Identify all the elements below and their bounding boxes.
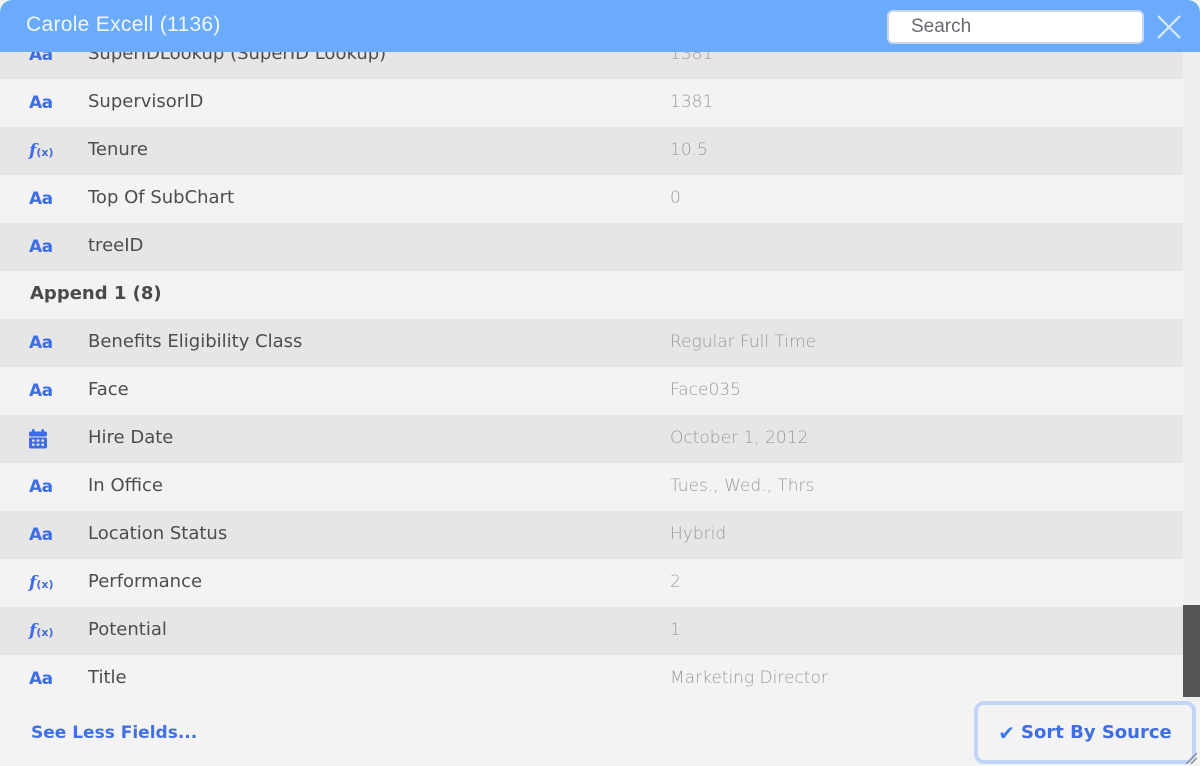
sort-by-source-label: Sort By Source <box>1021 722 1172 743</box>
field-value: 1 <box>670 620 681 640</box>
close-icon <box>1157 15 1181 39</box>
text-icon: Aa <box>29 669 53 689</box>
field-label: treeID <box>88 235 144 256</box>
field-label: Tenure <box>88 139 148 160</box>
field-list[interactable]: Aa SuperIDLookup (SuperID Lookup) 1381 Aa Su… <box>0 31 1183 711</box>
calendar-icon <box>29 428 57 450</box>
text-icon: Aa <box>29 333 53 353</box>
field-label: In Office <box>88 475 163 496</box>
field-label: Potential <box>88 619 167 640</box>
field-row[interactable]: Aa SupervisorID 1381 <box>0 79 1183 127</box>
checkmark-icon: ✔ <box>998 720 1016 745</box>
field-value: 2 <box>670 572 681 592</box>
resize-grip-icon[interactable] <box>1184 750 1198 765</box>
text-icon: Aa <box>29 381 53 401</box>
field-value: October 1, 2012 <box>670 428 809 448</box>
text-icon: Aa <box>29 93 53 113</box>
text-icon: Aa <box>29 237 53 257</box>
field-row[interactable]: Aa Benefits Eligibility Class Regular Full… <box>0 319 1183 367</box>
search-input[interactable] <box>887 10 1144 44</box>
field-label: Title <box>88 667 127 688</box>
close-button[interactable] <box>1154 12 1184 42</box>
field-value: Marketing Director <box>670 668 828 688</box>
field-value: 10.5 <box>670 140 708 160</box>
section-header: Append 1 (8) <box>0 271 1183 319</box>
field-value: 0 <box>670 188 681 208</box>
field-value: Face035 <box>670 380 741 400</box>
field-label: Benefits Eligibility Class <box>88 331 303 352</box>
text-icon: Aa <box>29 525 53 545</box>
field-value: Regular Full Time <box>670 332 817 352</box>
formula-icon: f(x) <box>29 573 54 593</box>
field-row[interactable]: Hire Date October 1, 2012 <box>0 415 1183 463</box>
field-value: Hybrid <box>670 524 727 544</box>
field-value: 1381 <box>670 92 714 112</box>
field-label: Location Status <box>88 523 228 544</box>
text-icon: Aa <box>29 477 53 497</box>
field-details-dialog: Aa SuperIDLookup (SuperID Lookup) 1381 Aa Su… <box>0 0 1200 766</box>
field-row[interactable]: f(x) Potential 1 <box>0 607 1183 655</box>
dialog-header: Carole Excell (1136) <box>0 0 1200 52</box>
field-label: SupervisorID <box>88 91 204 112</box>
field-row[interactable]: Aa Face Face035 <box>0 367 1183 415</box>
field-row[interactable]: f(x) Tenure 10.5 <box>0 127 1183 175</box>
formula-icon: f(x) <box>29 141 54 161</box>
field-label: Top Of SubChart <box>88 187 235 208</box>
scrollbar-thumb[interactable] <box>1183 605 1200 697</box>
field-label: Face <box>88 379 129 400</box>
field-label: Performance <box>88 571 203 592</box>
formula-icon: f(x) <box>29 621 54 641</box>
field-row[interactable]: Aa In Office Tues., Wed., Thrs <box>0 463 1183 511</box>
field-label: Hire Date <box>88 427 174 448</box>
see-less-fields-link[interactable]: See Less Fields... <box>31 723 197 743</box>
text-icon: Aa <box>29 189 53 209</box>
field-row[interactable]: Aa Top Of SubChart 0 <box>0 175 1183 223</box>
field-row[interactable]: Aa Title Marketing Director <box>0 655 1183 703</box>
section-title: Append 1 (8) <box>30 283 162 304</box>
field-row[interactable]: Aa Location Status Hybrid <box>0 511 1183 559</box>
dialog-title: Carole Excell (1136) <box>26 13 221 36</box>
sort-by-source-button[interactable]: ✔ Sort By Source <box>974 701 1196 764</box>
field-value: Tues., Wed., Thrs <box>670 476 815 496</box>
field-row[interactable]: Aa treeID <box>0 223 1183 271</box>
field-row[interactable]: f(x) Performance 2 <box>0 559 1183 607</box>
